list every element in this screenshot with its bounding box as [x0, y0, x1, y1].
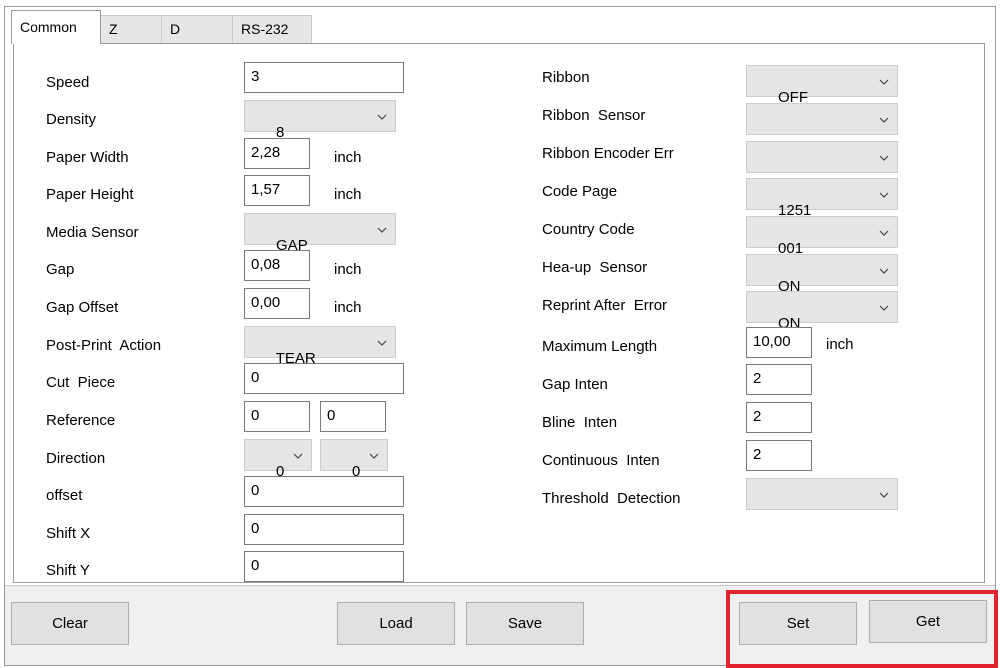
load-button[interactable]: Load: [337, 602, 455, 645]
chevron-down-icon: [879, 192, 889, 198]
tab-rs232[interactable]: RS-232: [232, 15, 312, 43]
direction-b-select[interactable]: 0: [320, 439, 388, 480]
media-sensor-label: Media Sensor: [46, 224, 139, 241]
chevron-down-icon: [879, 268, 889, 274]
chevron-down-icon: [377, 340, 387, 346]
gap-offset-input[interactable]: 0,00: [244, 288, 310, 319]
gap-unit: inch: [334, 261, 362, 278]
maximum-length-unit: inch: [826, 336, 854, 353]
continuous-inten-label: Continuous Inten: [542, 452, 660, 469]
head-up-sensor-select[interactable]: ON: [746, 254, 898, 295]
chevron-down-icon: [879, 230, 889, 236]
direction-a-select[interactable]: 0: [244, 439, 312, 480]
country-code-label: Country Code: [542, 221, 635, 238]
chevron-down-icon: [879, 117, 889, 123]
speed-label: Speed: [46, 74, 90, 91]
ribbon-select[interactable]: OFF: [746, 65, 898, 106]
threshold-detection-label: Threshold Detection: [542, 490, 681, 507]
continuous-inten-input[interactable]: 2: [746, 440, 812, 471]
reprint-after-error-label: Reprint After Error: [542, 297, 668, 314]
maximum-length-input[interactable]: 10,00: [746, 327, 812, 358]
country-code-select[interactable]: 001: [746, 216, 898, 257]
gap-label: Gap: [46, 261, 75, 278]
threshold-detection-select[interactable]: [746, 478, 898, 510]
offset-label: offset: [46, 487, 83, 504]
code-page-select[interactable]: 1251: [746, 178, 898, 219]
chevron-down-icon: [369, 453, 379, 459]
paper-height-unit: inch: [334, 186, 362, 203]
cut-piece-label: Cut Piece: [46, 374, 116, 391]
maximum-length-label: Maximum Length: [542, 338, 658, 355]
paper-height-label: Paper Height: [46, 186, 134, 203]
gap-input[interactable]: 0,08: [244, 250, 310, 281]
set-button[interactable]: Set: [739, 602, 857, 645]
speed-input[interactable]: 3: [244, 62, 404, 93]
tab-d[interactable]: D: [161, 15, 233, 43]
ribbon-label: Ribbon: [542, 69, 590, 86]
reference-label: Reference: [46, 412, 116, 429]
button-bar: Clear Load Save Set Get: [5, 585, 995, 665]
cut-piece-input[interactable]: 0: [244, 363, 404, 394]
tab-common[interactable]: Common: [11, 10, 101, 44]
paper-width-input[interactable]: 2,28: [244, 138, 310, 169]
offset-input[interactable]: 0: [244, 476, 404, 507]
gap-offset-unit: inch: [334, 299, 362, 316]
get-button[interactable]: Get: [869, 600, 987, 643]
ribbon-encoder-err-label: Ribbon Encoder Err: [542, 145, 674, 162]
reference-y-input[interactable]: 0: [320, 401, 386, 432]
paper-width-label: Paper Width: [46, 149, 129, 166]
tab-strip: Common Z D RS-232: [5, 7, 995, 44]
bline-inten-input[interactable]: 2: [746, 402, 812, 433]
tab-z[interactable]: Z: [100, 15, 162, 43]
code-page-label: Code Page: [542, 183, 618, 200]
save-button[interactable]: Save: [466, 602, 584, 645]
gap-inten-input[interactable]: 2: [746, 364, 812, 395]
chevron-down-icon: [879, 305, 889, 311]
chevron-down-icon: [879, 79, 889, 85]
printer-settings-window: Common Z D RS-232 Speed 3 Density 8 Pape…: [4, 6, 996, 666]
media-sensor-select[interactable]: GAP: [244, 213, 396, 254]
ribbon-encoder-err-select[interactable]: [746, 141, 898, 173]
shift-x-label: Shift X: [46, 525, 91, 542]
post-print-action-label: Post-Print Action: [46, 337, 162, 354]
reprint-after-error-select[interactable]: ON: [746, 291, 898, 332]
chevron-down-icon: [377, 227, 387, 233]
clear-button[interactable]: Clear: [11, 602, 129, 645]
post-print-action-select[interactable]: TEAR: [244, 326, 396, 367]
gap-inten-label: Gap Inten: [542, 376, 608, 393]
bline-inten-label: Bline Inten: [542, 414, 618, 431]
chevron-down-icon: [377, 114, 387, 120]
direction-label: Direction: [46, 450, 106, 467]
head-up-sensor-label: Hea-up Sensor: [542, 259, 648, 276]
paper-height-input[interactable]: 1,57: [244, 175, 310, 206]
common-settings-panel: Speed 3 Density 8 Paper Width 2,28 inch …: [13, 43, 985, 583]
chevron-down-icon: [879, 155, 889, 161]
reference-x-input[interactable]: 0: [244, 401, 310, 432]
ribbon-sensor-select[interactable]: [746, 103, 898, 135]
chevron-down-icon: [879, 492, 889, 498]
shift-y-input[interactable]: 0: [244, 551, 404, 582]
paper-width-unit: inch: [334, 149, 362, 166]
ribbon-sensor-label: Ribbon Sensor: [542, 107, 646, 124]
shift-y-label: Shift Y: [46, 562, 90, 579]
density-select[interactable]: 8: [244, 100, 396, 141]
gap-offset-label: Gap Offset: [46, 299, 119, 316]
shift-x-input[interactable]: 0: [244, 514, 404, 545]
density-label: Density: [46, 111, 97, 128]
chevron-down-icon: [293, 453, 303, 459]
